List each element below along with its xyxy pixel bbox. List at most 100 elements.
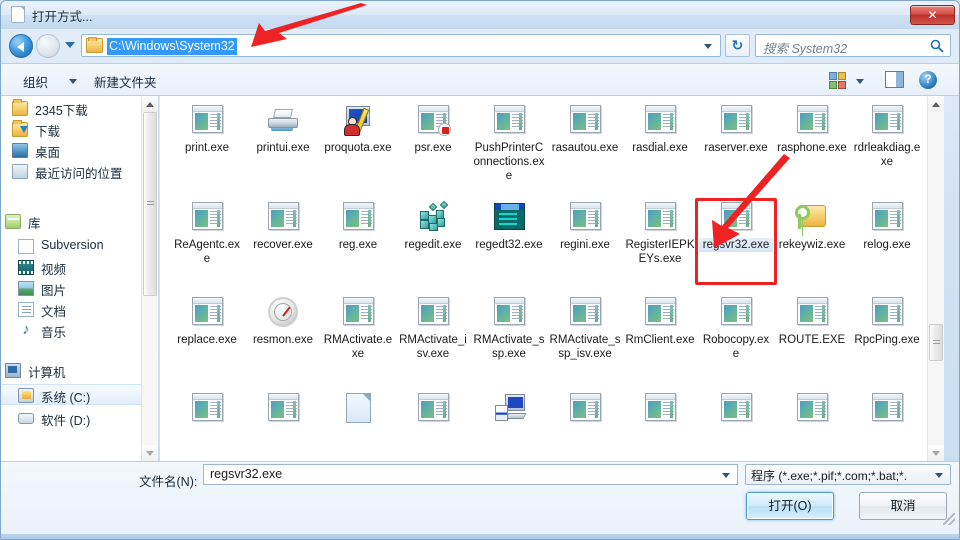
filetype-dropdown[interactable]: 程序 (*.exe;*.pif;*.com;*.bat;*. bbox=[745, 464, 951, 485]
file-item[interactable]: RpcPing.exe bbox=[850, 296, 924, 347]
file-item-label: regedit.exe bbox=[404, 239, 462, 251]
chevron-down-icon[interactable] bbox=[69, 79, 77, 84]
resize-grip-icon[interactable] bbox=[943, 513, 955, 525]
file-item[interactable] bbox=[170, 392, 244, 429]
exe-generic-icon bbox=[340, 296, 376, 328]
file-item[interactable]: printui.exe bbox=[246, 104, 320, 155]
sidebar-item-0[interactable]: 2345下载 bbox=[1, 98, 141, 119]
file-item[interactable] bbox=[623, 392, 697, 429]
file-item[interactable]: rasautou.exe bbox=[548, 104, 622, 155]
close-button[interactable]: ✕ bbox=[910, 5, 955, 25]
back-arrow-icon[interactable] bbox=[9, 34, 33, 58]
file-item[interactable]: print.exe bbox=[170, 104, 244, 155]
help-icon[interactable]: ? bbox=[919, 71, 937, 89]
sidebar-item-label: 文档 bbox=[41, 305, 67, 319]
file-item[interactable]: regedit.exe bbox=[396, 200, 470, 252]
sidebar-item-8[interactable]: 文档 bbox=[1, 299, 141, 320]
file-item[interactable] bbox=[548, 392, 622, 429]
search-input[interactable]: 搜索 System32 bbox=[755, 34, 951, 57]
exe-generic-icon bbox=[642, 201, 678, 233]
organize-button[interactable]: 组织 bbox=[23, 72, 48, 91]
file-list-view[interactable]: print.exe printui.exe proquota.exe psr.exe P… bbox=[160, 96, 944, 461]
file-item-label: replace.exe bbox=[177, 334, 237, 346]
sidebar-item-9[interactable]: ♪ 音乐 bbox=[1, 320, 141, 341]
file-item[interactable]: RMActivate_ssp.exe bbox=[472, 296, 546, 361]
sidebar-item-3[interactable]: 最近访问的位置 bbox=[1, 161, 141, 182]
sidebar-item-5[interactable]: Subversion bbox=[1, 236, 141, 257]
file-item[interactable] bbox=[775, 392, 849, 429]
file-item[interactable]: replace.exe bbox=[170, 296, 244, 347]
file-item[interactable]: rasphone.exe bbox=[775, 104, 849, 155]
file-item[interactable]: Robocopy.exe bbox=[699, 296, 773, 361]
file-item[interactable]: proquota.exe bbox=[321, 104, 395, 155]
refresh-icon[interactable]: ↻ bbox=[725, 34, 750, 57]
chevron-down-icon[interactable] bbox=[856, 79, 864, 84]
view-layout-icon[interactable] bbox=[829, 72, 846, 89]
file-item-label: regsvr32.exe bbox=[699, 238, 773, 252]
sidebar-item-6[interactable]: 视频 bbox=[1, 257, 141, 278]
file-list-scrollbar[interactable] bbox=[927, 96, 944, 461]
file-item[interactable]: regedt32.exe bbox=[472, 201, 546, 252]
file-item-label: ReAgentc.exe bbox=[174, 239, 240, 265]
sidebar-item-2[interactable]: 桌面 bbox=[1, 140, 141, 161]
file-item[interactable]: RMActivate_ssp_isv.exe bbox=[548, 296, 622, 361]
new-folder-button[interactable]: 新建文件夹 bbox=[94, 72, 157, 91]
exe-generic-icon bbox=[189, 201, 225, 233]
sidebar-item-11[interactable]: 系统 (C:) bbox=[1, 384, 148, 405]
file-item[interactable]: raserver.exe bbox=[699, 104, 773, 155]
file-item[interactable]: regini.exe bbox=[548, 201, 622, 252]
filename-input[interactable]: regsvr32.exe bbox=[203, 464, 738, 485]
open-button[interactable]: 打开(O) bbox=[746, 492, 834, 520]
sidebar-item-7[interactable]: 图片 bbox=[1, 278, 141, 299]
file-item[interactable]: recover.exe bbox=[246, 201, 320, 252]
file-item[interactable]: RMActivate.exe bbox=[321, 296, 395, 361]
sidebar-item-4[interactable]: 库 bbox=[1, 211, 141, 232]
file-item[interactable] bbox=[246, 392, 320, 429]
exe-generic-icon bbox=[642, 104, 678, 136]
sidebar-scrollbar-thumb[interactable] bbox=[143, 112, 157, 296]
file-item[interactable]: rasdial.exe bbox=[623, 104, 697, 155]
file-item[interactable]: rdrleakdiag.exe bbox=[850, 104, 924, 169]
file-item[interactable]: ReAgentc.exe bbox=[170, 201, 244, 266]
sidebar-item-label: 最近访问的位置 bbox=[35, 167, 123, 181]
file-item-label: rekeywiz.exe bbox=[778, 239, 846, 251]
search-icon[interactable] bbox=[930, 39, 944, 53]
exe-generic-icon bbox=[794, 296, 830, 328]
file-item[interactable] bbox=[699, 392, 773, 429]
file-item[interactable]: PushPrinterConnections.exe bbox=[472, 104, 546, 183]
file-item[interactable] bbox=[396, 392, 470, 429]
sidebar-item-1[interactable]: 下载 bbox=[1, 119, 141, 140]
file-item[interactable]: psr.exe bbox=[396, 104, 470, 155]
scroll-down-icon[interactable] bbox=[928, 445, 944, 461]
address-input[interactable]: C:\Windows\System32 bbox=[81, 34, 721, 57]
file-item[interactable]: relog.exe bbox=[850, 201, 924, 252]
file-item[interactable] bbox=[321, 392, 395, 429]
file-list-scrollbar-thumb[interactable] bbox=[929, 324, 943, 361]
file-item[interactable] bbox=[850, 392, 924, 429]
file-item[interactable] bbox=[472, 392, 546, 429]
chevron-down-icon[interactable] bbox=[65, 42, 75, 48]
file-item[interactable]: ROUTE.EXE bbox=[775, 296, 849, 347]
document-icon bbox=[11, 6, 25, 23]
forward-arrow-icon[interactable] bbox=[36, 34, 60, 58]
chevron-down-icon[interactable] bbox=[704, 44, 712, 49]
scroll-up-icon[interactable] bbox=[142, 96, 158, 112]
sidebar-scrollbar[interactable] bbox=[141, 96, 158, 461]
toolbar: 组织 新建文件夹 ? bbox=[1, 63, 959, 96]
sidebar-item-12[interactable]: 软件 (D:) bbox=[1, 408, 141, 429]
sidebar-item-10[interactable]: 计算机 bbox=[1, 360, 141, 381]
file-item[interactable]: rekeywiz.exe bbox=[775, 201, 849, 252]
scroll-up-icon[interactable] bbox=[928, 96, 944, 112]
file-item[interactable]: RmClient.exe bbox=[623, 296, 697, 347]
preview-pane-icon[interactable] bbox=[885, 71, 904, 88]
chevron-down-icon[interactable] bbox=[722, 473, 730, 478]
cancel-button[interactable]: 取消 bbox=[859, 492, 947, 520]
file-item[interactable]: RegisterIEPKEYs.exe bbox=[623, 201, 697, 266]
scroll-down-icon[interactable] bbox=[142, 445, 158, 461]
sidebar-item-label: 视频 bbox=[41, 263, 67, 277]
file-item[interactable]: regsvr32.exe bbox=[699, 201, 773, 252]
file-item[interactable]: RMActivate_isv.exe bbox=[396, 296, 470, 361]
file-item[interactable]: resmon.exe bbox=[246, 296, 320, 347]
file-item[interactable]: reg.exe bbox=[321, 201, 395, 252]
exe-generic-icon bbox=[869, 201, 905, 233]
